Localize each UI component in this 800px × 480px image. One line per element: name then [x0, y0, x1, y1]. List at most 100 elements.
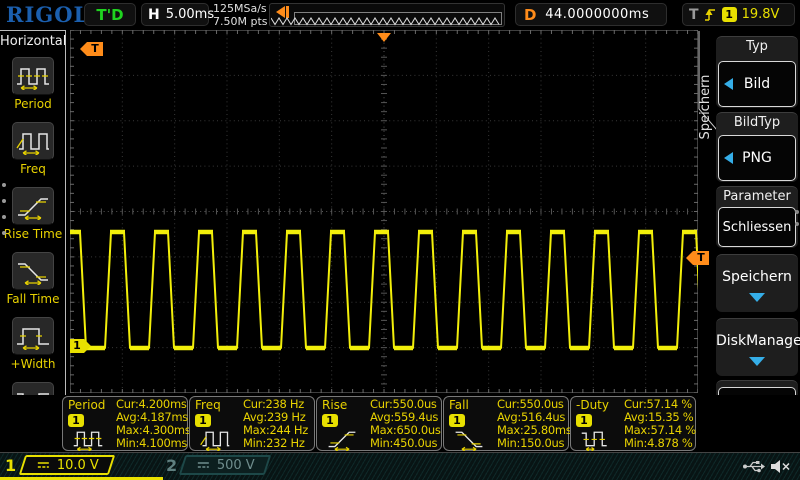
measurement-panel-freq[interactable]: Freq 1 Cur:238 Hz Avg:239 Hz Max:244 Hz …: [189, 396, 315, 451]
menu-value-png[interactable]: PNG: [718, 135, 796, 181]
waveform-display-area[interactable]: [70, 30, 698, 393]
channel2-number[interactable]: 2: [166, 456, 177, 475]
left-arrow-icon: [724, 78, 733, 90]
trigger-label: T: [689, 7, 699, 23]
menu-group-parameter[interactable]: Parameter Schliessen: [716, 186, 798, 248]
menu-button-diskmanage[interactable]: DiskManage: [716, 318, 798, 376]
menu-button-speichern[interactable]: Speichern: [716, 254, 798, 312]
measurement-panel-fall[interactable]: Fall 1 Cur:550.0us Avg:516.4us Max:25.80…: [443, 396, 569, 451]
delay-label: D: [524, 6, 536, 24]
channel1-number[interactable]: 1: [5, 456, 16, 475]
sample-rate: 125MSa/s: [213, 2, 268, 15]
period-icon: [12, 57, 54, 95]
menu-item-rise-time[interactable]: Rise Time: [0, 187, 66, 241]
channel1-scale: 10.0 V: [57, 458, 99, 473]
dc-coupling-icon: [36, 460, 51, 471]
measurement-min: Min:4.100ms: [116, 437, 187, 450]
speaker-muted-icon: [770, 459, 792, 474]
measurement-label: Freq: [195, 398, 221, 412]
measurement-label: Rise: [322, 398, 347, 412]
left-measure-menu: Horizontal Period Freq Rise Time Fall Ti…: [0, 30, 66, 452]
dc-coupling-icon: [196, 460, 211, 471]
right-save-menu: Speichern Typ Bild BildTyp PNG Parameter…: [698, 30, 800, 455]
timebase-value: 5.00ms: [166, 7, 214, 22]
negative-duty-icon: [576, 426, 616, 455]
fall-time-icon: [449, 426, 489, 455]
rising-edge-icon: [704, 6, 717, 23]
fall-time-icon: [12, 252, 54, 290]
horizontal-timebase-box[interactable]: H 5.00ms: [141, 3, 209, 26]
menu-button-label: Speichern: [716, 269, 798, 285]
menu-item-freq[interactable]: Freq: [0, 122, 66, 176]
trigger-status-badge: T'D: [84, 3, 136, 26]
menu-group-header: Typ: [716, 37, 798, 54]
channel2-scale-box[interactable]: 500 V: [179, 455, 271, 475]
menu-item-label: Freq: [0, 162, 66, 176]
menu-tab-speichern[interactable]: Speichern: [698, 66, 714, 148]
channel-status-bar: 1 10.0 V 2 500 V: [0, 452, 800, 480]
positive-width-icon: [12, 317, 54, 355]
measurement-label: -Duty: [576, 398, 609, 412]
rise-time-icon: [322, 426, 362, 455]
menu-value-bild[interactable]: Bild: [718, 61, 796, 107]
menu-scroll-indicator: [795, 210, 799, 214]
trigger-delay-box[interactable]: D 44.0000000ms: [515, 3, 667, 26]
trigger-level-marker[interactable]: T: [693, 251, 709, 265]
delay-value: 44.0000000ms: [536, 7, 658, 22]
menu-item-label: Fall Time: [0, 292, 66, 306]
channel1-waveform-trace: [70, 30, 698, 393]
frequency-icon: [12, 122, 54, 160]
menu-item-plus-width[interactable]: +Width: [0, 317, 66, 371]
measurement-panel-period[interactable]: Period 1 Cur:4.200ms Avg:4.187ms Max:4.3…: [62, 396, 188, 451]
measurement-min: Min:4.878 %: [624, 437, 695, 450]
trigger-position-marker[interactable]: [377, 33, 391, 42]
down-arrow-icon: [749, 293, 765, 302]
h-label: H: [148, 7, 160, 23]
left-menu-title: Horizontal: [0, 31, 65, 54]
menu-group-bildtyp[interactable]: BildTyp PNG: [716, 112, 798, 182]
rigol-logo: RIGOL: [6, 2, 89, 27]
rise-time-icon: [12, 187, 54, 225]
down-arrow-icon: [749, 357, 765, 366]
menu-value-schliessen[interactable]: Schliessen: [718, 207, 796, 247]
trigger-source-badge: 1: [722, 7, 737, 22]
menu-scroll-indicator: [795, 222, 799, 226]
menu-button-label: DiskManage: [716, 333, 798, 349]
trigger-status-text: T'D: [96, 6, 123, 24]
menu-group-header: BildTyp: [716, 113, 798, 130]
top-status-bar: RIGOL T'D H 5.00ms 125MSa/s 7.50M pts D …: [0, 0, 800, 30]
measurement-panel-duty[interactable]: -Duty 1 Cur:57.14 % Avg:15.35 % Max:57.1…: [570, 396, 696, 451]
measurement-min: Min:150.0us: [497, 437, 568, 450]
channel1-offset-marker[interactable]: 1: [70, 339, 84, 353]
trigger-info-box[interactable]: T 1 19.8V: [682, 3, 795, 26]
menu-group-typ[interactable]: Typ Bild: [716, 36, 798, 108]
memory-waveform-preview[interactable]: [269, 3, 505, 27]
oscilloscope-screen: RIGOL T'D H 5.00ms 125MSa/s 7.50M pts D …: [0, 0, 800, 480]
acquisition-info: 125MSa/s 7.50M pts: [213, 2, 268, 28]
measurement-label: Period: [68, 398, 105, 412]
frequency-icon: [195, 426, 235, 455]
period-icon: [68, 426, 108, 455]
measurement-label: Fall: [449, 398, 469, 412]
menu-value-text: Bild: [744, 76, 770, 92]
menu-item-label: Period: [0, 97, 66, 111]
trigger-level-value: 19.8V: [742, 7, 780, 22]
left-arrow-icon: [724, 152, 733, 164]
menu-item-period[interactable]: Period: [0, 57, 66, 111]
trigger-position-offscreen-marker[interactable]: T: [87, 42, 103, 56]
menu-group-header: Parameter: [716, 187, 798, 204]
memory-waveform-icon: [271, 4, 503, 28]
menu-value-text: PNG: [742, 150, 772, 166]
menu-item-fall-time[interactable]: Fall Time: [0, 252, 66, 306]
measurement-min: Min:232 Hz: [243, 437, 314, 450]
usb-icon: [742, 459, 766, 474]
memory-depth: 7.50M pts: [213, 15, 268, 28]
channel1-scale-box[interactable]: 10.0 V: [19, 455, 115, 475]
measurement-panel-rise[interactable]: Rise 1 Cur:550.0us Avg:559.4us Max:650.0…: [316, 396, 442, 451]
menu-item-label: +Width: [0, 357, 66, 371]
menu-item-label: Rise Time: [0, 227, 66, 241]
measurement-min: Min:450.0us: [370, 437, 441, 450]
menu-value-text: Schliessen: [723, 220, 792, 235]
measurement-results-bar: Period 1 Cur:4.200ms Avg:4.187ms Max:4.3…: [0, 395, 800, 452]
channel2-scale: 500 V: [217, 458, 255, 473]
